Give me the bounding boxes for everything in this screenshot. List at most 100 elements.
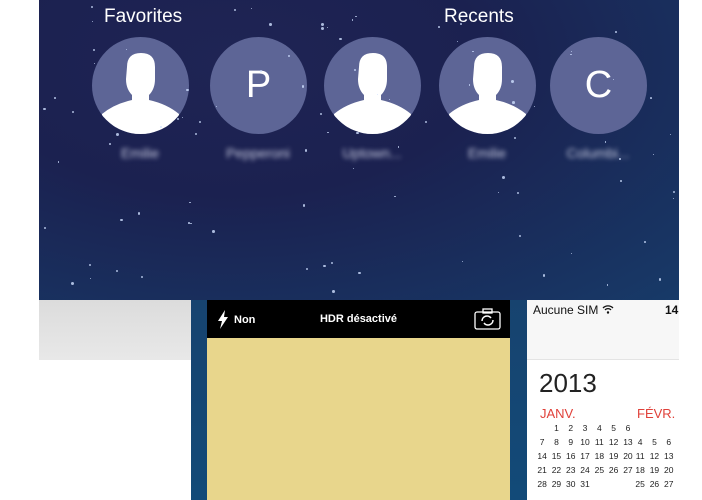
month-jan-label[interactable]: JANV. (540, 406, 576, 421)
day-cell[interactable]: 2 (676, 479, 679, 493)
day-cell[interactable]: 12 (647, 451, 661, 465)
star (355, 15, 357, 18)
day-cell[interactable]: 16 (564, 451, 578, 465)
contact-name[interactable]: Emilie (85, 145, 195, 161)
day-cell[interactable]: 29 (549, 479, 563, 493)
day-cell[interactable]: 3 (578, 423, 592, 437)
star (424, 120, 428, 124)
contact-initial: C (584, 64, 613, 106)
day-cell[interactable]: 2 (676, 465, 679, 479)
star (190, 222, 192, 225)
star (351, 19, 354, 21)
star (570, 252, 572, 255)
contact-name[interactable]: Pepperoni (203, 145, 313, 161)
contact-avatar[interactable]: C (550, 37, 647, 134)
day-cell[interactable]: 31 (578, 479, 592, 493)
day-cell[interactable]: 28 (535, 479, 549, 493)
day-cell[interactable] (662, 423, 676, 437)
day-cell[interactable] (606, 479, 620, 493)
week-row: 21 22 23 24 25 26 27 (535, 465, 635, 479)
camera-app-card[interactable]: Non HDR désactivé (207, 300, 510, 500)
contact-avatar[interactable]: P (210, 37, 307, 134)
contact-name[interactable]: Emilie (432, 145, 542, 161)
star (653, 154, 655, 156)
contact-avatar[interactable] (92, 37, 189, 134)
star (394, 195, 396, 198)
contact-name[interactable]: Columbi... (543, 145, 653, 161)
day-cell[interactable]: 1 (549, 423, 563, 437)
day-cell[interactable]: 27 (662, 479, 676, 493)
month-jan-grid[interactable]: 1 2 3 4 5 6 7 8 9 10 11 12 13 14 15 16 17 18 19 20 21 22 23 24 2… (535, 423, 635, 493)
star (116, 133, 120, 137)
day-cell[interactable]: 5 (606, 423, 620, 437)
month-feb-label[interactable]: FÉVR. (637, 406, 675, 421)
wifi-icon (602, 305, 614, 314)
day-cell[interactable]: 2 (564, 423, 578, 437)
day-cell[interactable]: 30 (564, 479, 578, 493)
star (57, 161, 60, 163)
day-cell[interactable]: 8 (549, 437, 563, 451)
person-silhouette-icon (334, 53, 411, 134)
star (619, 179, 622, 182)
day-cell[interactable]: 10 (578, 437, 592, 451)
day-cell[interactable]: 15 (549, 451, 563, 465)
contact-name[interactable]: Uptown... (317, 145, 427, 161)
day-cell[interactable]: 7 (676, 437, 679, 451)
app-card-gray[interactable] (39, 300, 191, 360)
month-feb-grid[interactable]: 4567111213118192022526272 (633, 423, 679, 493)
star (517, 192, 520, 195)
day-cell[interactable]: 20 (662, 465, 676, 479)
day-cell[interactable]: 5 (647, 437, 661, 451)
day-cell[interactable] (676, 423, 679, 437)
week-row: 1819202 (633, 465, 679, 479)
camera-switch-icon[interactable] (474, 308, 501, 330)
star (358, 271, 361, 275)
day-cell[interactable]: 26 (647, 479, 661, 493)
day-cell[interactable]: 18 (592, 451, 606, 465)
day-cell[interactable]: 25 (633, 479, 647, 493)
day-cell[interactable] (592, 479, 606, 493)
day-cell[interactable]: 24 (578, 465, 592, 479)
day-cell[interactable]: 14 (535, 451, 549, 465)
day-cell[interactable]: 12 (606, 437, 620, 451)
star (669, 133, 672, 136)
star (542, 274, 545, 277)
day-cell[interactable]: 4 (633, 437, 647, 451)
year-label[interactable]: 2013 (539, 368, 597, 399)
day-cell[interactable]: 11 (633, 451, 647, 465)
star (120, 218, 124, 222)
day-cell[interactable]: 1 (676, 451, 679, 465)
star (459, 22, 462, 25)
day-cell[interactable]: 22 (549, 465, 563, 479)
contact-avatar[interactable] (324, 37, 421, 134)
star (43, 107, 46, 111)
camera-toolbar: Non HDR désactivé (207, 300, 510, 338)
day-cell[interactable]: 9 (564, 437, 578, 451)
day-cell[interactable]: 11 (592, 437, 606, 451)
contact-avatar[interactable] (439, 37, 536, 134)
day-cell[interactable]: 7 (535, 437, 549, 451)
day-cell[interactable]: 21 (535, 465, 549, 479)
star (160, 125, 163, 128)
day-cell[interactable]: 19 (647, 465, 661, 479)
day-cell[interactable]: 13 (662, 451, 676, 465)
day-cell[interactable]: 19 (606, 451, 620, 465)
day-cell[interactable]: 17 (578, 451, 592, 465)
carrier-label: Aucune SIM (533, 303, 599, 317)
day-cell[interactable] (633, 423, 647, 437)
day-cell[interactable] (535, 423, 549, 437)
star (339, 37, 342, 41)
person-silhouette-icon (449, 53, 526, 134)
day-cell[interactable]: 4 (592, 423, 606, 437)
calendar-app-card[interactable]: Aucune SIM 14: 2013 JANV. FÉVR. 12345678… (527, 300, 679, 500)
day-cell[interactable] (647, 423, 661, 437)
day-cell[interactable]: 18 (633, 465, 647, 479)
day-cell[interactable]: 23 (564, 465, 578, 479)
day-cell[interactable]: 26 (606, 465, 620, 479)
week-row: 1112131 (633, 451, 679, 465)
day-cell[interactable]: 6 (662, 437, 676, 451)
day-cell[interactable]: 25 (592, 465, 606, 479)
star (212, 229, 215, 233)
hdr-label[interactable]: HDR désactivé (207, 313, 510, 325)
star (140, 276, 144, 279)
